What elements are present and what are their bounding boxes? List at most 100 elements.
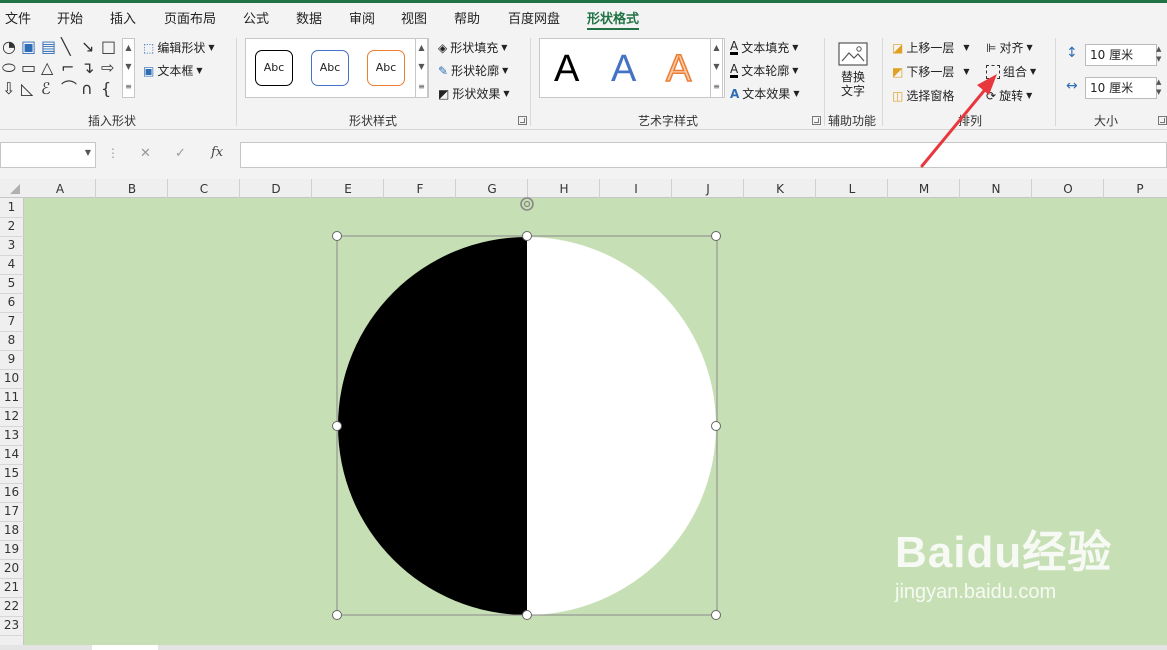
line-shape-icon[interactable]: ╲ — [61, 38, 71, 56]
row-header[interactable]: 4 — [0, 255, 23, 274]
cancel-icon[interactable]: ✕ — [140, 146, 151, 161]
scroll-up-icon[interactable]: ▲ — [416, 39, 427, 57]
wordart-sample-black[interactable]: A — [554, 47, 579, 91]
row-header[interactable]: 15 — [0, 464, 23, 483]
select-all-corner-icon[interactable] — [10, 184, 20, 194]
row-header[interactable]: 20 — [0, 559, 23, 578]
oval-shape-icon[interactable]: ⬭ — [2, 59, 16, 77]
row-header[interactable]: 14 — [0, 445, 23, 464]
align-button[interactable]: ⊫ 对齐 ▼ — [986, 39, 1033, 56]
group-objects-button[interactable]: 组合 ▼ — [986, 63, 1036, 80]
height-spinner-icon[interactable]: ▲ ▼ — [1156, 44, 1161, 64]
row-header[interactable]: 16 — [0, 483, 23, 502]
shape-style-sample-orange[interactable]: Abc — [367, 50, 405, 86]
freeform-shape-icon[interactable]: ◺ — [21, 80, 33, 98]
tab-help[interactable]: 帮助 — [454, 8, 480, 27]
tab-formulas[interactable]: 公式 — [243, 8, 269, 27]
text-outline-button[interactable]: A 文本轮廓 ▼ — [730, 62, 798, 79]
gallery-more-icon[interactable]: ≡ — [416, 78, 427, 96]
row-header[interactable]: 11 — [0, 388, 23, 407]
tab-shape-format[interactable]: 形状格式 — [587, 8, 639, 27]
scroll-up-icon[interactable]: ▲ — [711, 39, 722, 57]
shape-height-input[interactable]: 10 厘米 — [1085, 44, 1157, 66]
row-header[interactable]: 22 — [0, 597, 23, 616]
vertical-textbox-icon[interactable]: ▤ — [41, 38, 56, 56]
wordart-scroll[interactable]: ▲ ▼ ≡ — [710, 38, 723, 98]
column-header[interactable]: K — [744, 182, 816, 196]
down-arrow-shape-icon[interactable]: ⇩ — [2, 80, 15, 98]
row-header[interactable]: 5 — [0, 274, 23, 293]
row-header[interactable]: 17 — [0, 502, 23, 521]
column-header[interactable]: D — [240, 182, 312, 196]
shapes-gallery-scroll[interactable]: ▲ ▼ ≡ — [122, 38, 135, 98]
scroll-up-icon[interactable]: ▲ — [123, 39, 134, 57]
column-header[interactable]: L — [816, 182, 888, 196]
alt-text-button[interactable]: 替换 文字 — [835, 40, 871, 104]
rotate-button[interactable]: ⟳ 旋转 ▼ — [986, 87, 1032, 104]
column-header[interactable]: A — [24, 182, 96, 196]
tab-insert[interactable]: 插入 — [110, 8, 136, 27]
row-header[interactable]: 23 — [0, 616, 23, 635]
dialog-launcher-icon[interactable] — [518, 116, 527, 125]
row-header[interactable]: 1 — [0, 198, 23, 217]
arc-shape-icon[interactable]: ⌒ — [61, 80, 77, 98]
tab-page-layout[interactable]: 页面布局 — [164, 8, 216, 27]
scroll-down-icon[interactable]: ▼ — [416, 58, 427, 76]
text-box-button[interactable]: ▣ 文本框 ▼ — [143, 62, 203, 79]
insert-function-icon[interactable]: fx — [211, 145, 223, 160]
sheet-tab-active[interactable] — [92, 645, 158, 650]
elbow-arrow-icon[interactable]: ↴ — [81, 59, 94, 77]
shape-effects-button[interactable]: ◩ 形状效果 ▼ — [438, 85, 510, 102]
right-arrow-shape-icon[interactable]: ⇨ — [101, 59, 114, 77]
gallery-more-icon[interactable]: ≡ — [123, 78, 134, 96]
column-header[interactable]: C — [168, 182, 240, 196]
shape-outline-button[interactable]: ✎ 形状轮廓 ▼ — [438, 62, 508, 79]
tab-home[interactable]: 开始 — [57, 8, 83, 27]
gallery-more-icon[interactable]: ≡ — [711, 78, 722, 96]
chevron-down-icon[interactable]: ▼ — [85, 148, 91, 157]
tab-data[interactable]: 数据 — [296, 8, 322, 27]
column-header[interactable]: G — [456, 182, 528, 196]
row-header[interactable]: 13 — [0, 426, 23, 445]
selection-pane-button[interactable]: ◫ 选择窗格 — [892, 87, 954, 104]
shape-fill-button[interactable]: ◈ 形状填充 ▼ — [438, 39, 507, 56]
row-header[interactable]: 19 — [0, 540, 23, 559]
width-spinner-icon[interactable]: ▲ ▼ — [1156, 77, 1161, 97]
shape-style-sample-black[interactable]: Abc — [255, 50, 293, 86]
row-header[interactable]: 18 — [0, 521, 23, 540]
shape-width-input[interactable]: 10 厘米 — [1085, 77, 1157, 99]
tab-review[interactable]: 审阅 — [349, 8, 375, 27]
wordart-gallery[interactable]: A A A — [539, 38, 725, 98]
wordart-sample-blue[interactable]: A — [611, 47, 636, 91]
row-header[interactable]: 21 — [0, 578, 23, 597]
shapes-gallery[interactable]: ◔ ▣ ▤ ╲ ↘ □ ⬭ ▭ △ ⌐ ↴ ⇨ ⇩ ◺ ℰ ⌒ ∩ { — [0, 38, 124, 100]
arrow-line-icon[interactable]: ↘ — [81, 38, 94, 56]
pie-shape-icon[interactable]: ◔ — [2, 38, 16, 56]
dialog-launcher-icon[interactable] — [1158, 116, 1167, 125]
column-header[interactable]: M — [888, 182, 960, 196]
name-box[interactable]: ▼ — [0, 142, 96, 168]
triangle-shape-icon[interactable]: △ — [41, 59, 53, 77]
row-header[interactable]: 3 — [0, 236, 23, 255]
column-header[interactable]: F — [384, 182, 456, 196]
row-header[interactable]: 9 — [0, 350, 23, 369]
row-header[interactable]: 6 — [0, 293, 23, 312]
elbow-connector-icon[interactable]: ⌐ — [61, 59, 74, 77]
column-header[interactable]: N — [960, 182, 1032, 196]
edit-shape-button[interactable]: ⬚ 编辑形状 ▼ — [143, 39, 215, 56]
tab-file[interactable]: 文件 — [5, 8, 31, 27]
column-header[interactable]: B — [96, 182, 168, 196]
row-header[interactable]: 12 — [0, 407, 23, 426]
text-fill-button[interactable]: A 文本填充 ▼ — [730, 39, 798, 56]
row-header[interactable]: 10 — [0, 369, 23, 388]
tab-baidu-netdisk[interactable]: 百度网盘 — [508, 8, 560, 27]
scribble-shape-icon[interactable]: ℰ — [41, 80, 51, 98]
column-header[interactable]: I — [600, 182, 672, 196]
wordart-sample-orange[interactable]: A — [665, 47, 692, 91]
enter-icon[interactable]: ✓ — [175, 146, 186, 161]
brace-shape-icon[interactable]: { — [101, 80, 111, 98]
column-header[interactable]: E — [312, 182, 384, 196]
row-header[interactable]: 2 — [0, 217, 23, 236]
tab-view[interactable]: 视图 — [401, 8, 427, 27]
column-header[interactable]: O — [1032, 182, 1104, 196]
